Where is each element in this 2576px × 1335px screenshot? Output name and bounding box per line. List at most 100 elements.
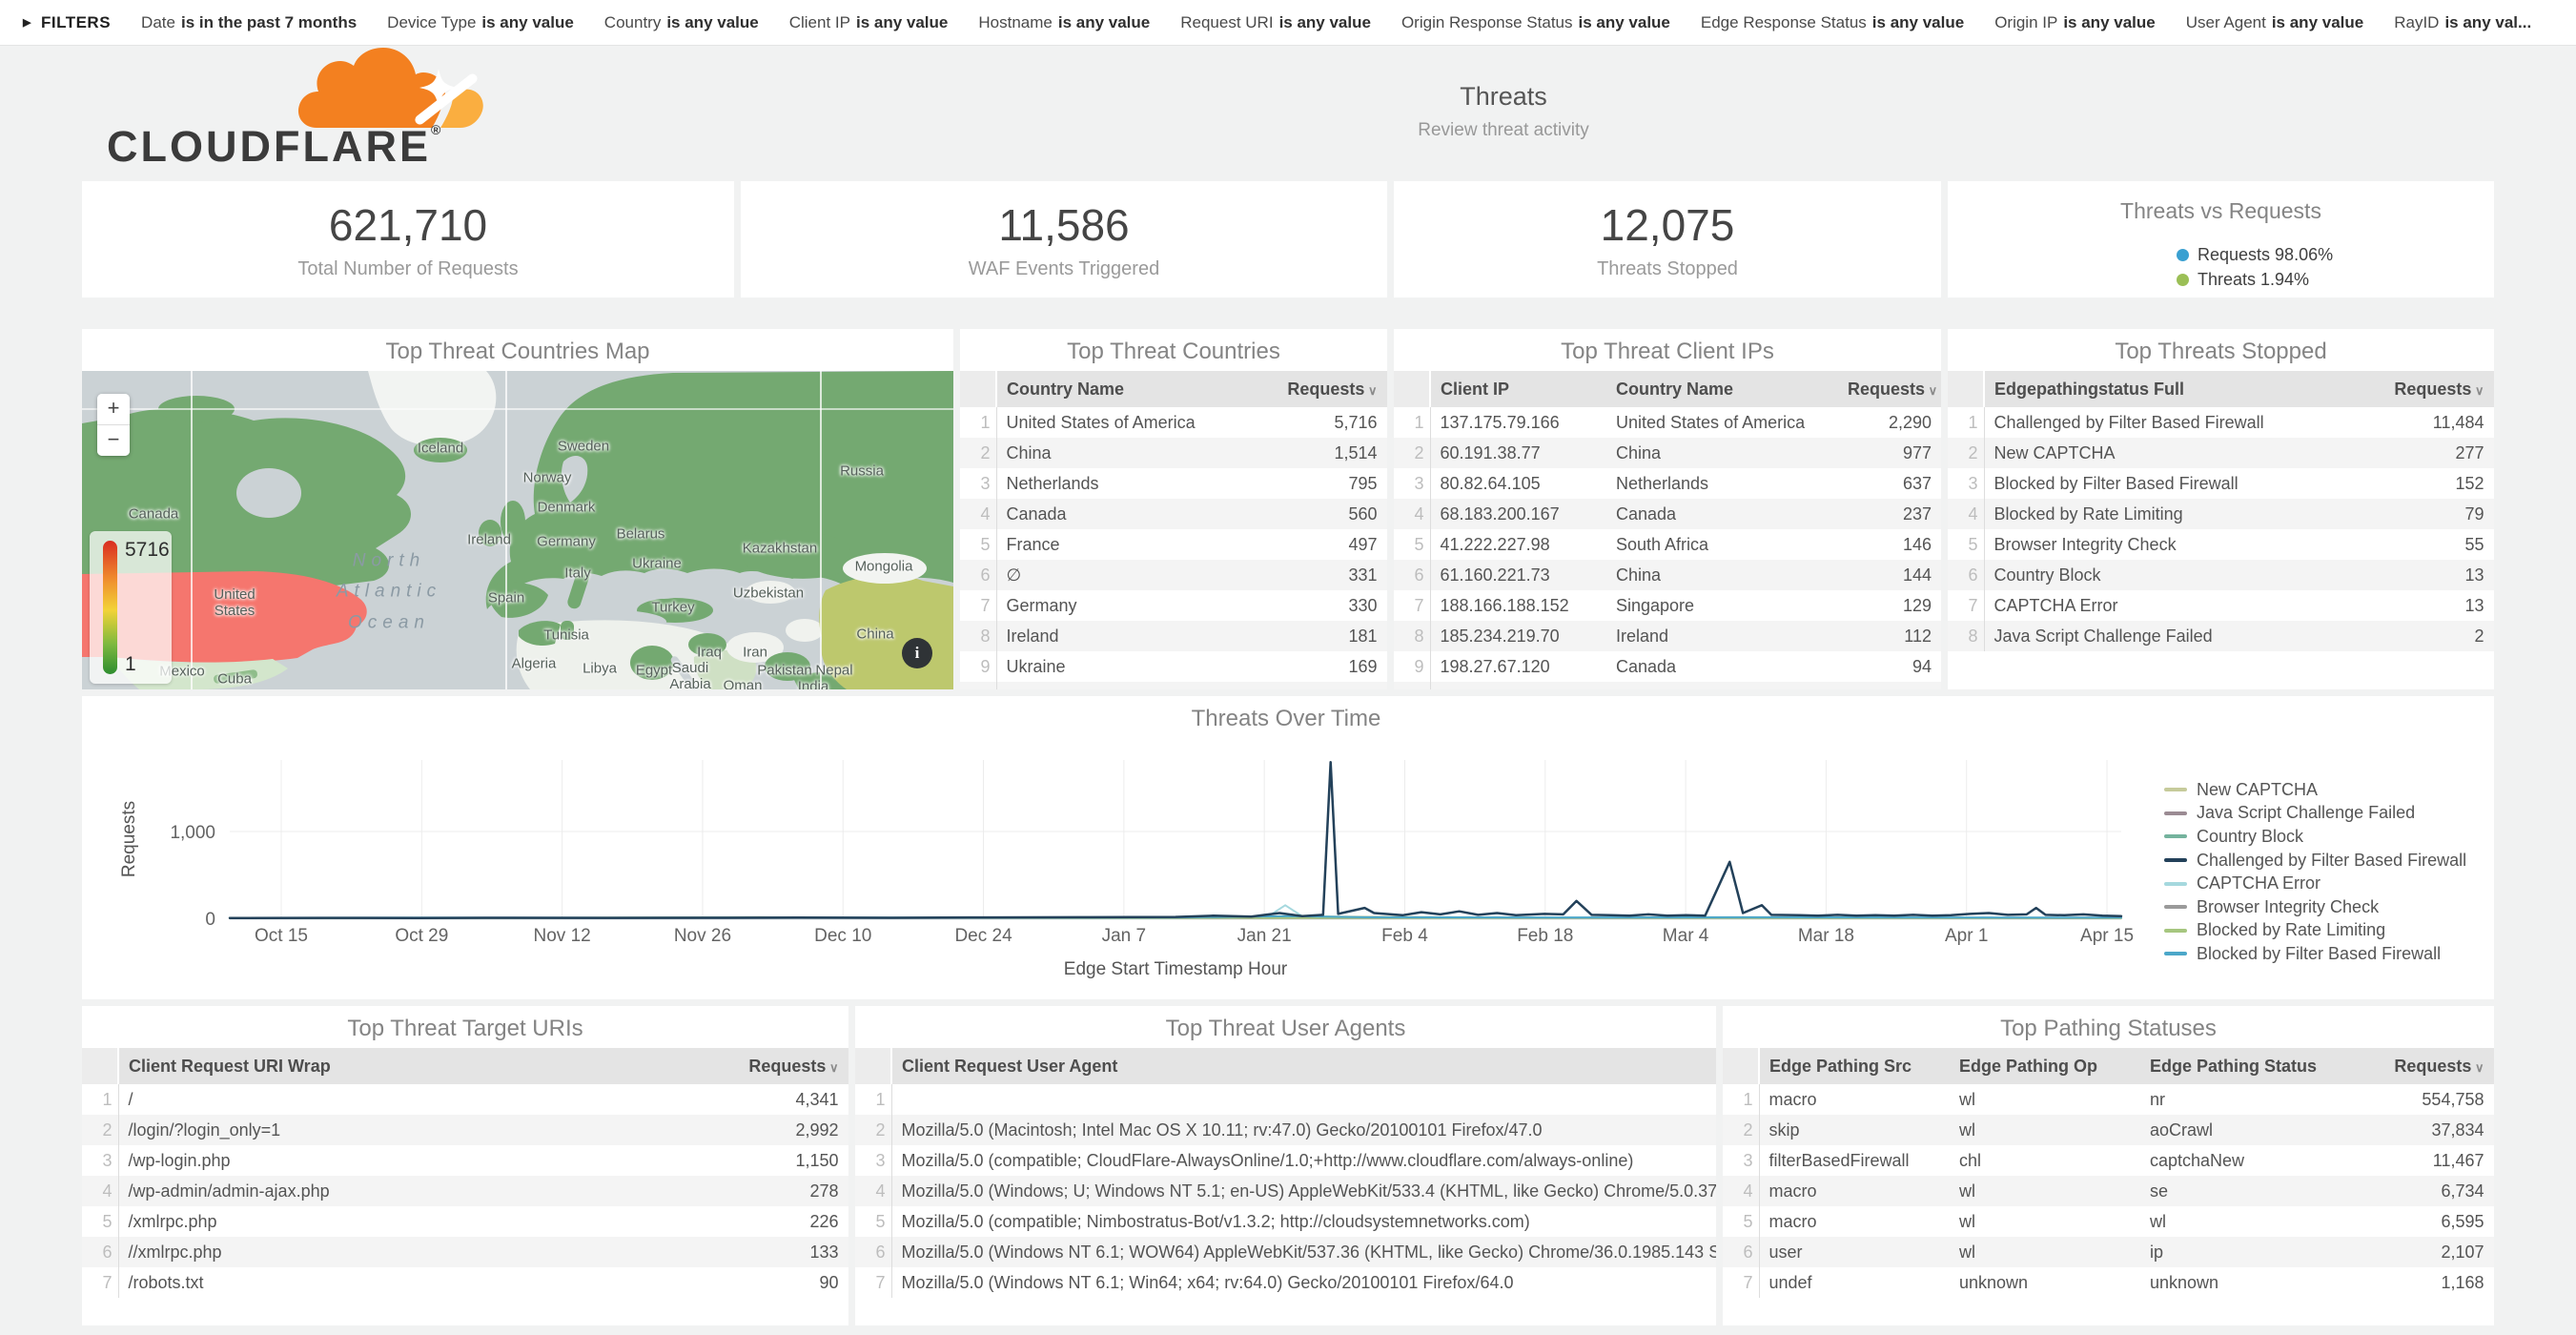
table-row[interactable]: 2/login/?login_only=12,992 [82, 1115, 848, 1145]
table-row[interactable]: 6Mozilla/5.0 (Windows NT 6.1; WOW64) App… [855, 1237, 1716, 1267]
map-zoom-in-button[interactable]: + [97, 394, 130, 425]
table-row[interactable]: 3/wp-login.php1,150 [82, 1145, 848, 1176]
table-row[interactable]: 380.82.64.105Netherlands637 [1394, 468, 1941, 499]
table-row[interactable]: 5Mozilla/5.0 (compatible; Nimbostratus-B… [855, 1206, 1716, 1237]
table-row[interactable]: 7Mozilla/5.0 (Windows NT 6.1; Win64; x64… [855, 1267, 1716, 1298]
table-row[interactable]: 4/wp-admin/admin-ajax.php278 [82, 1176, 848, 1206]
table-row[interactable]: 9198.27.67.120Canada94 [1394, 651, 1941, 682]
table-row[interactable]: 4macrowlse6,734 [1723, 1176, 2494, 1206]
column-header[interactable]: Client IP [1430, 371, 1606, 407]
table-row[interactable]: 10Singapore158 [960, 682, 1387, 689]
map-country-label: Belarus [617, 525, 665, 542]
column-header[interactable]: Requests ∨ [2361, 1048, 2494, 1084]
filter-item[interactable]: Origin Response Statusis any value [1401, 13, 1670, 32]
table-row[interactable]: 9Ukraine169 [960, 651, 1387, 682]
table-row[interactable]: 1/4,341 [82, 1084, 848, 1115]
chart-legend-item[interactable]: CAPTCHA Error [2164, 872, 2466, 895]
stat-value: 12,075 [1601, 199, 1735, 251]
table-row[interactable]: 3Mozilla/5.0 (compatible; CloudFlare-Alw… [855, 1145, 1716, 1176]
table-row[interactable]: 468.183.200.167Canada237 [1394, 499, 1941, 529]
table-row[interactable]: 7CAPTCHA Error13 [1948, 590, 2494, 621]
table-row[interactable]: 6userwlip2,107 [1723, 1237, 2494, 1267]
table-row[interactable]: 541.222.227.98South Africa146 [1394, 529, 1941, 560]
filter-item[interactable]: Origin IPis any value [1994, 13, 2156, 32]
map-legend-max: 5716 [125, 539, 170, 562]
chart-legend-item[interactable]: Java Script Challenge Failed [2164, 802, 2466, 826]
column-header[interactable]: Edge Pathing Src [1759, 1048, 1950, 1084]
table-row[interactable]: 1United States of America5,716 [960, 407, 1387, 438]
filter-item[interactable]: Dateis in the past 7 months [141, 13, 357, 32]
column-header[interactable]: Client Request URI Wrap [118, 1048, 705, 1084]
chart-legend-item[interactable]: Browser Integrity Check [2164, 895, 2466, 919]
column-header[interactable]: Edge Pathing Op [1950, 1048, 2140, 1084]
chart-legend-item[interactable]: Blocked by Filter Based Firewall [2164, 942, 2466, 966]
table-row[interactable]: 5macrowlwl6,595 [1723, 1206, 2494, 1237]
panel-top-threat-target-uris: Top Threat Target URIs Client Request UR… [82, 1006, 848, 1325]
chart-legend-item[interactable]: Challenged by Filter Based Firewall [2164, 849, 2466, 873]
filter-item[interactable]: User Agentis any value [2186, 13, 2364, 32]
table-row[interactable]: 7188.166.188.152Singapore129 [1394, 590, 1941, 621]
table-row[interactable]: 2New CAPTCHA277 [1948, 438, 2494, 468]
table-row[interactable]: 4Blocked by Rate Limiting79 [1948, 499, 2494, 529]
map-country-label: Oman [724, 677, 763, 689]
table-row[interactable]: 7Germany330 [960, 590, 1387, 621]
chart-legend-item[interactable]: Country Block [2164, 825, 2466, 849]
table-row[interactable]: 2China1,514 [960, 438, 1387, 468]
top-threat-user-agents-table: Client Request User Agent12Mozilla/5.0 (… [855, 1048, 1716, 1298]
column-header[interactable]: Requests ∨ [1275, 371, 1387, 407]
filter-item[interactable]: Edge Response Statusis any value [1701, 13, 1964, 32]
column-header[interactable]: Requests ∨ [705, 1048, 848, 1084]
table-row[interactable]: 5/xmlrpc.php226 [82, 1206, 848, 1237]
world-map[interactable]: CanadaUnited StatesMexicoCubaIcelandIrel… [82, 371, 953, 689]
table-row[interactable]: 1Challenged by Filter Based Firewall11,4… [1948, 407, 2494, 438]
map-country-label: Turkey [651, 599, 694, 615]
filter-item[interactable]: RayIDis any val... [2394, 13, 2531, 32]
filter-item[interactable]: Request URIis any value [1180, 13, 1371, 32]
table-row[interactable]: 6∅331 [960, 560, 1387, 590]
column-header[interactable]: Country Name [1606, 371, 1838, 407]
table-row[interactable]: 4Mozilla/5.0 (Windows; U; Windows NT 5.1… [855, 1176, 1716, 1206]
table-row[interactable]: 1061.160.247.137China88 [1394, 682, 1941, 689]
stat-tile-threats-vs-requests: Threats vs Requests Requests 98.06%Threa… [1948, 181, 2494, 298]
top-pathing-statuses-table: Edge Pathing SrcEdge Pathing OpEdge Path… [1723, 1048, 2494, 1298]
table-row[interactable]: 5Browser Integrity Check55 [1948, 529, 2494, 560]
table-row[interactable]: 661.160.221.73China144 [1394, 560, 1941, 590]
table-row[interactable]: 1macrowlnr554,758 [1723, 1084, 2494, 1115]
table-row[interactable]: 7undefunknownunknown1,168 [1723, 1267, 2494, 1298]
table-row[interactable]: 3filterBasedFirewallchlcaptchaNew11,467 [1723, 1145, 2494, 1176]
chart-legend-item[interactable]: New CAPTCHA [2164, 778, 2466, 802]
table-row[interactable]: 6//xmlrpc.php133 [82, 1237, 848, 1267]
map-info-icon[interactable]: i [902, 638, 932, 668]
table-row[interactable]: 2Mozilla/5.0 (Macintosh; Intel Mac OS X … [855, 1115, 1716, 1145]
column-header[interactable]: Edge Pathing Status [2140, 1048, 2361, 1084]
x-tick-label: Dec 10 [814, 926, 871, 946]
table-row[interactable]: 1137.175.79.166United States of America2… [1394, 407, 1941, 438]
table-row[interactable]: 3Blocked by Filter Based Firewall152 [1948, 468, 2494, 499]
filter-item[interactable]: Device Typeis any value [387, 13, 574, 32]
filters-toggle[interactable]: ▶ FILTERS [23, 13, 111, 32]
table-row[interactable]: 8Ireland181 [960, 621, 1387, 651]
map-zoom-out-button[interactable]: − [97, 425, 130, 456]
table-row[interactable]: 2skipwlaoCrawl37,834 [1723, 1115, 2494, 1145]
threats-over-time-chart[interactable]: Oct 15Oct 29Nov 12Nov 26Dec 10Dec 24Jan … [82, 696, 2494, 999]
filter-item[interactable]: Countryis any value [604, 13, 759, 32]
table-row[interactable]: 8185.234.219.70Ireland112 [1394, 621, 1941, 651]
column-header[interactable]: Edgepathingstatus Full [1984, 371, 2368, 407]
column-header[interactable]: Requests ∨ [1838, 371, 1941, 407]
table-row[interactable]: 260.191.38.77China977 [1394, 438, 1941, 468]
column-header[interactable]: Requests ∨ [2368, 371, 2494, 407]
table-row[interactable]: 5France497 [960, 529, 1387, 560]
filter-item[interactable]: Client IPis any value [789, 13, 949, 32]
map-legend-gradient [103, 541, 117, 674]
chart-legend-item[interactable]: Blocked by Rate Limiting [2164, 919, 2466, 943]
table-row[interactable]: 1 [855, 1084, 1716, 1115]
table-row[interactable]: 8Java Script Challenge Failed2 [1948, 621, 2494, 651]
filter-item[interactable]: Hostnameis any value [978, 13, 1150, 32]
x-tick-label: Jan 7 [1102, 926, 1146, 946]
table-row[interactable]: 6Country Block13 [1948, 560, 2494, 590]
table-row[interactable]: 3Netherlands795 [960, 468, 1387, 499]
column-header[interactable]: Country Name [996, 371, 1275, 407]
column-header[interactable]: Client Request User Agent [891, 1048, 1716, 1084]
table-row[interactable]: 7/robots.txt90 [82, 1267, 848, 1298]
table-row[interactable]: 4Canada560 [960, 499, 1387, 529]
